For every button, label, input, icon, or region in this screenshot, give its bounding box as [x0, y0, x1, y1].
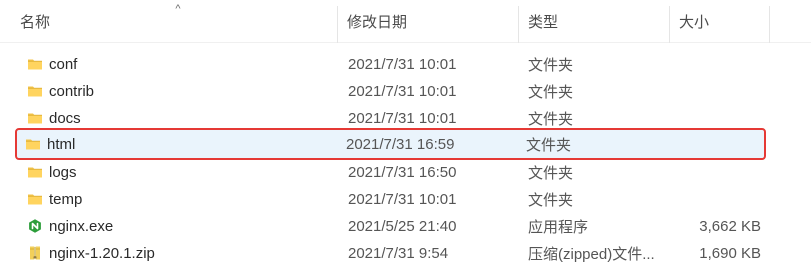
file-row-selected-html[interactable]: html 2021/7/31 16:59 文件夹 — [15, 128, 766, 160]
file-date: 2021/7/31 10:01 — [348, 56, 457, 73]
file-type: 文件夹 — [526, 136, 572, 154]
column-header-date-modified-label: 修改日期 — [347, 14, 408, 31]
file-size — [637, 186, 761, 213]
file-type: 文件夹 — [528, 192, 574, 209]
column-header-date-modified[interactable]: 修改日期 — [347, 0, 497, 43]
file-row[interactable]: temp 2021/7/31 10:01 文件夹 — [17, 186, 764, 213]
file-date: 2021/5/25 21:40 — [348, 218, 457, 235]
file-type: 文件夹 — [528, 57, 574, 74]
file-type: 应用程序 — [528, 219, 589, 236]
file-size: 1,690 KB — [699, 245, 761, 262]
file-explorer: ^ 名称 修改日期 类型 大小 conf 2021/7/31 10:01 文件夹… — [0, 0, 811, 276]
nginx-app-icon — [27, 218, 43, 234]
column-header-size[interactable]: 大小 — [679, 0, 769, 43]
file-date: 2021/7/31 10:01 — [348, 191, 457, 208]
file-name: contrib — [49, 83, 95, 100]
folder-icon — [27, 110, 43, 126]
file-size — [637, 78, 761, 105]
column-header-name-label: 名称 — [20, 14, 51, 31]
column-divider[interactable] — [337, 6, 338, 43]
file-type: 文件夹 — [528, 165, 574, 182]
file-type: 文件夹 — [528, 84, 574, 101]
folder-icon — [27, 56, 43, 72]
file-date: 2021/7/31 9:54 — [348, 245, 449, 262]
file-row[interactable]: contrib 2021/7/31 10:01 文件夹 — [17, 78, 764, 105]
file-size: 3,662 KB — [699, 218, 761, 235]
file-name: nginx-1.20.1.zip — [49, 245, 155, 262]
file-name: conf — [49, 56, 78, 73]
file-size — [637, 51, 761, 78]
column-divider[interactable] — [669, 6, 670, 43]
folder-icon — [27, 191, 43, 207]
column-header-type[interactable]: 类型 — [528, 0, 648, 43]
column-header-type-label: 类型 — [528, 14, 559, 31]
folder-icon — [27, 164, 43, 180]
zip-icon — [27, 245, 43, 261]
file-row[interactable]: logs 2021/7/31 16:50 文件夹 — [17, 159, 764, 186]
column-header-bar: ^ 名称 修改日期 类型 大小 — [0, 0, 811, 43]
column-header-name[interactable]: 名称 — [20, 0, 220, 43]
column-divider[interactable] — [518, 6, 519, 43]
file-date: 2021/7/31 16:59 — [346, 135, 455, 153]
file-row[interactable]: nginx.exe 2021/5/25 21:40 应用程序 3,662 KB — [17, 213, 764, 240]
file-type: 压缩(zipped)文件... — [528, 246, 655, 263]
file-name: temp — [49, 191, 83, 208]
file-date: 2021/7/31 16:50 — [348, 164, 457, 181]
file-size — [635, 130, 759, 158]
column-divider[interactable] — [769, 6, 770, 43]
folder-icon — [27, 83, 43, 99]
file-size — [637, 159, 761, 186]
file-date: 2021/7/31 10:01 — [348, 83, 457, 100]
file-row[interactable]: nginx-1.20.1.zip 2021/7/31 9:54 压缩(zippe… — [17, 240, 764, 267]
file-name: html — [47, 135, 76, 153]
file-name: nginx.exe — [49, 218, 114, 235]
folder-icon — [25, 136, 41, 152]
file-name: logs — [49, 164, 77, 181]
column-header-size-label: 大小 — [679, 14, 710, 31]
file-row[interactable]: conf 2021/7/31 10:01 文件夹 — [17, 51, 764, 78]
